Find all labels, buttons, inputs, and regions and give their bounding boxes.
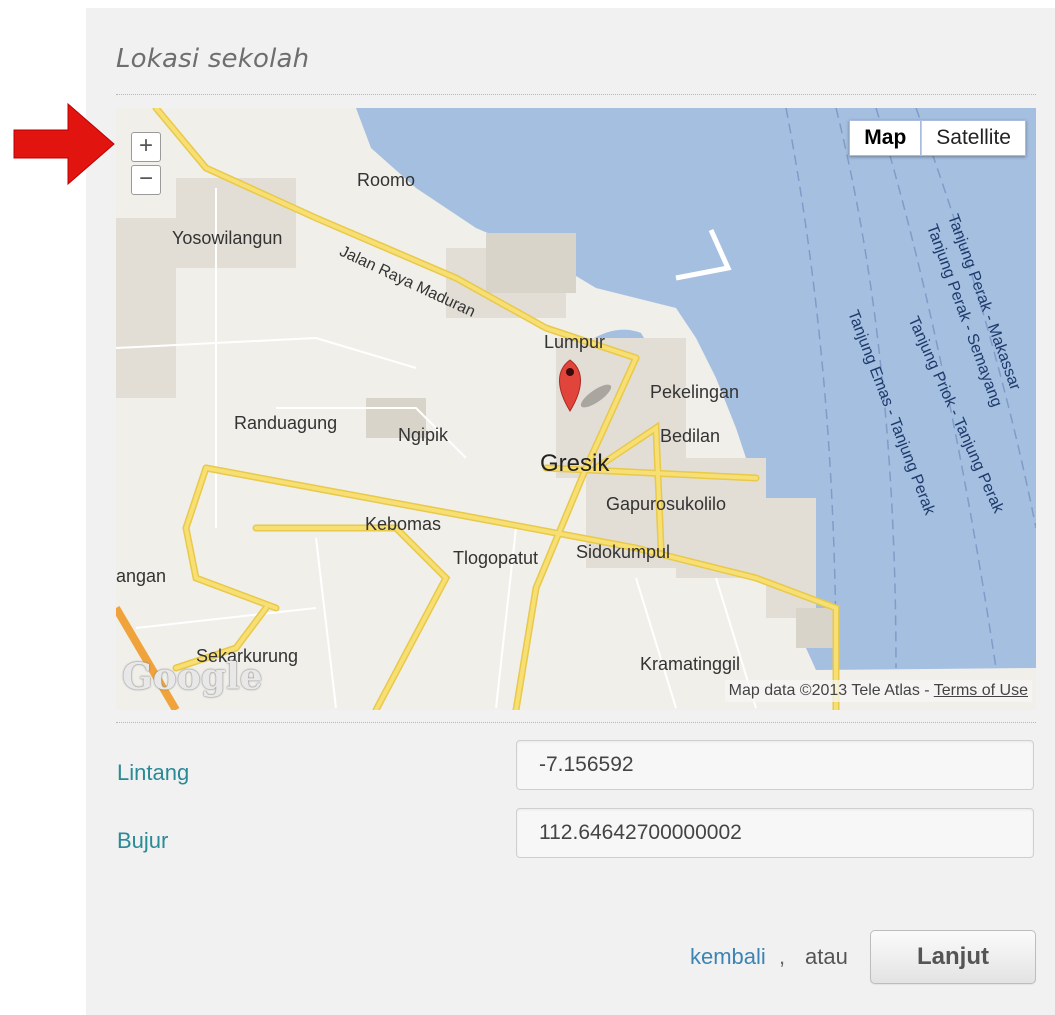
zoom-out-button[interactable]: −: [131, 165, 161, 195]
terms-of-use-link[interactable]: Terms of Use: [934, 682, 1028, 699]
back-link[interactable]: kembali: [690, 944, 766, 970]
map-attribution: Map data ©2013 Tele Atlas - Terms of Use: [724, 680, 1032, 702]
map-type-map-button[interactable]: Map: [849, 120, 922, 156]
map-label: Roomo: [357, 170, 416, 190]
map-type-satellite-button[interactable]: Satellite: [921, 120, 1026, 156]
attribution-text: Map data ©2013 Tele Atlas -: [728, 682, 934, 699]
longitude-label: Bujur: [117, 828, 169, 853]
zoom-control: + −: [131, 132, 163, 198]
divider-bottom: [116, 722, 1036, 723]
map-label: Pekelingan: [650, 382, 740, 402]
latitude-input[interactable]: [516, 740, 1034, 790]
map-label: Kebomas: [365, 514, 442, 534]
map-label: Lumpur: [544, 332, 606, 352]
latitude-label: Lintang: [117, 760, 190, 785]
next-button[interactable]: Lanjut: [870, 930, 1036, 984]
map-label: angan: [116, 566, 167, 586]
map-type-control: Map Satellite: [849, 120, 1026, 156]
zoom-in-button[interactable]: +: [131, 132, 161, 162]
map-label: Yosowilangun: [172, 228, 283, 248]
map-label: Ngipik: [398, 425, 449, 445]
section-title: Lokasi sekolah: [116, 44, 310, 74]
map-label: Tlogopatut: [453, 548, 539, 568]
longitude-input[interactable]: [516, 808, 1034, 858]
google-logo: Google: [122, 656, 263, 698]
map-label: Gresik: [540, 450, 610, 477]
map-label: Randuagung: [234, 413, 338, 433]
divider-top: [116, 94, 1036, 95]
footer-separator: ,: [779, 944, 786, 969]
red-arrow-icon: [13, 102, 115, 186]
or-text: atau: [805, 944, 848, 969]
map-label: Bedilan: [660, 426, 721, 446]
map-label: Gapurosukolilo: [606, 494, 727, 514]
map-label: Sidokumpul: [576, 542, 671, 562]
map-canvas[interactable]: Roomo Yosowilangun Jalan Raya Maduran Lu…: [116, 108, 1036, 710]
map-label: Kramatinggil: [640, 654, 741, 674]
